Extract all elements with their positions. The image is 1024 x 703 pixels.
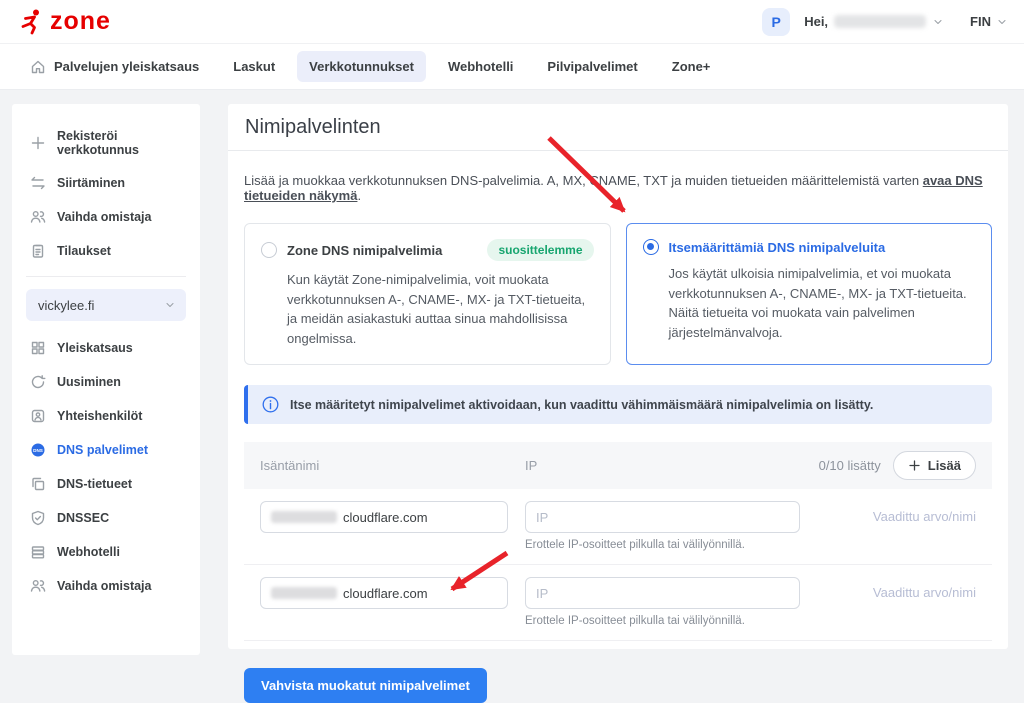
table-header: Isäntänimi IP 0/10 lisätty Lisää: [244, 442, 992, 489]
main-nav: Palvelujen yleiskatsaus Laskut Verkkotun…: [0, 44, 1024, 90]
top-header: zone P Hei, FIN: [0, 0, 1024, 44]
description: Lisää ja muokkaa verkkotunnuksen DNS-pal…: [244, 173, 983, 203]
domain-selector[interactable]: vickylee.fi: [26, 289, 186, 321]
option-description: Jos käytät ulkoisia nimipalvelimia, et v…: [668, 266, 967, 340]
language-label: FIN: [970, 14, 991, 29]
sidebar-item-renewal[interactable]: Uusiminen: [26, 365, 186, 399]
sidebar: Rekisteröi verkkotunnus Siirtäminen Vaih…: [12, 104, 200, 655]
sidebar-item-contacts[interactable]: Yhteishenkilöt: [26, 399, 186, 433]
ip-helper-text: Erottele IP-osoitteet pilkulla tai välil…: [525, 615, 745, 627]
zone-logo[interactable]: zone: [18, 8, 111, 35]
column-header-hostname: Isäntänimi: [260, 458, 320, 473]
shield-check-icon: [31, 510, 45, 526]
info-text: Itse määritetyt nimipalvelimet aktivoida…: [290, 397, 874, 412]
sidebar-item-dns-servers[interactable]: DNS DNS palvelimet: [26, 433, 186, 467]
recommended-badge: suosittelemme: [487, 239, 594, 261]
nav-tab-domains[interactable]: Verkkotunnukset: [297, 51, 426, 82]
copy-icon: [32, 477, 45, 491]
server-icon: [31, 546, 45, 559]
plus-icon: [909, 460, 920, 471]
sidebar-item-webhosting[interactable]: Webhotelli: [26, 535, 186, 569]
main-content: Nimipalvelinten Lisää ja muokkaa verkkot…: [228, 104, 1008, 703]
runner-icon: [21, 9, 39, 35]
chevron-down-icon: [998, 19, 1006, 24]
sidebar-item-transfer[interactable]: Siirtäminen: [26, 166, 186, 200]
sidebar-item-orders[interactable]: Tilaukset: [26, 234, 186, 268]
dns-globe-icon: DNS: [31, 443, 45, 457]
blurred-hostname-prefix: [271, 587, 337, 599]
added-count: 0/10 lisätty: [818, 458, 881, 473]
svg-text:DNS: DNS: [33, 448, 43, 453]
page-title: Nimipalvelinten: [245, 115, 381, 138]
nav-tab-zoneplus[interactable]: Zone+: [660, 51, 723, 82]
required-value-label: Vaadittu arvo/nimi: [872, 585, 976, 600]
sidebar-item-change-owner-domain[interactable]: Vaihda omistaja: [26, 569, 186, 603]
hostname-input[interactable]: cloudflare.com: [260, 501, 508, 533]
sidebar-item-dnssec[interactable]: DNSSEC: [26, 501, 186, 535]
users-icon: [30, 211, 46, 223]
info-banner: Itse määritetyt nimipalvelimet aktivoida…: [244, 385, 992, 424]
sidebar-item-overview[interactable]: Yleiskatsaus: [26, 331, 186, 365]
option-card-custom-dns[interactable]: Itsemäärittämiä DNS nimipalveluita Jos k…: [625, 223, 992, 365]
info-icon: [262, 396, 279, 413]
nav-tab-webhosting[interactable]: Webhotelli: [436, 51, 525, 82]
radio-zone-dns[interactable]: [261, 242, 277, 258]
chevron-down-icon: [934, 19, 942, 24]
hostname-input[interactable]: cloudflare.com: [260, 577, 508, 609]
chevron-down-icon: [166, 302, 174, 308]
blurred-hostname-prefix: [271, 511, 337, 523]
contact-card-icon: [31, 409, 45, 423]
language-selector[interactable]: FIN: [970, 14, 1008, 29]
nav-tab-services-overview[interactable]: Palvelujen yleiskatsaus: [18, 51, 211, 83]
user-name-blurred: [834, 15, 927, 28]
grid-icon: [31, 341, 45, 355]
user-menu[interactable]: Hei,: [804, 14, 944, 29]
greeting-text: Hei,: [804, 14, 829, 29]
ip-helper-text: Erottele IP-osoitteet pilkulla tai välil…: [525, 539, 745, 551]
column-header-ip: IP: [525, 458, 538, 473]
clipboard-icon: [32, 244, 44, 258]
home-icon: [31, 60, 45, 73]
sidebar-item-register-domain[interactable]: Rekisteröi verkkotunnus: [26, 120, 186, 166]
sidebar-divider: [26, 276, 186, 277]
users-icon: [30, 580, 46, 592]
table-row: cloudflare.com Erottele IP-osoitteet pil…: [244, 489, 992, 565]
ip-input[interactable]: [525, 501, 800, 533]
add-nameserver-button[interactable]: Lisää: [892, 451, 976, 480]
table-row: cloudflare.com Erottele IP-osoitteet pil…: [244, 565, 992, 641]
option-description: Kun käytät Zone-nimipalvelimia, voit muo…: [287, 272, 586, 346]
option-title: Zone DNS nimipalvelimia: [287, 242, 443, 258]
transfer-icon: [31, 176, 45, 190]
ip-input[interactable]: [525, 577, 800, 609]
nameserver-table: Isäntänimi IP 0/10 lisätty Lisää cloudfl…: [244, 442, 992, 641]
nav-tab-cloudservers[interactable]: Pilvipalvelimet: [535, 51, 649, 82]
confirm-nameservers-button[interactable]: Vahvista muokatut nimipalvelimet: [244, 668, 487, 703]
sidebar-item-change-owner[interactable]: Vaihda omistaja: [26, 200, 186, 234]
refresh-icon: [31, 375, 46, 389]
logo-wordmark: zone: [50, 7, 111, 35]
plus-icon: [31, 136, 45, 150]
radio-custom-dns[interactable]: [642, 239, 659, 255]
option-card-zone-dns[interactable]: Zone DNS nimipalvelimia suosittelemme Ku…: [244, 223, 611, 365]
nav-tab-invoices[interactable]: Laskut: [221, 51, 287, 82]
avatar[interactable]: P: [762, 7, 791, 36]
sidebar-item-dns-records[interactable]: DNS-tietueet: [26, 467, 186, 501]
option-title: Itsemäärittämiä DNS nimipalveluita: [668, 239, 886, 255]
required-value-label: Vaadittu arvo/nimi: [872, 509, 976, 524]
